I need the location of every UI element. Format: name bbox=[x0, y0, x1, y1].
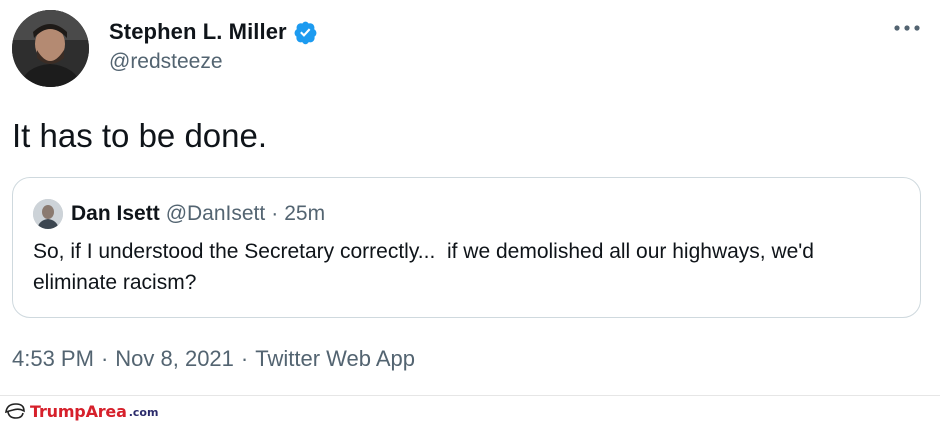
quoted-tweet-header: Dan Isett @DanIsett · 25m bbox=[33, 196, 325, 232]
tweet-source[interactable]: Twitter Web App bbox=[255, 346, 415, 372]
watermark-bar: TrumpArea .com bbox=[0, 395, 940, 424]
author-avatar-image bbox=[12, 10, 89, 87]
meta-separator-2: · bbox=[240, 346, 249, 371]
quoted-author-name: Dan Isett bbox=[71, 202, 160, 225]
hair-logo-icon bbox=[5, 403, 25, 419]
tweet-card: Stephen L. Miller @redsteeze It has to b… bbox=[0, 0, 940, 395]
watermark-tld: .com bbox=[128, 406, 159, 419]
watermark-logo: TrumpArea .com bbox=[4, 400, 158, 422]
watermark-brand: TrumpArea bbox=[30, 401, 127, 421]
tweet-time[interactable]: 4:53 PM bbox=[12, 346, 94, 372]
tweet-date[interactable]: Nov 8, 2021 bbox=[115, 346, 234, 372]
quoted-author-avatar-image bbox=[33, 199, 63, 229]
author-avatar[interactable] bbox=[12, 10, 89, 87]
quoted-author-avatar bbox=[33, 199, 63, 229]
tweet-metadata: 4:53 PM · Nov 8, 2021 · Twitter Web App bbox=[12, 346, 415, 372]
more-options-button[interactable] bbox=[892, 16, 922, 40]
quoted-tweet[interactable]: Dan Isett @DanIsett · 25m So, if I under… bbox=[12, 177, 921, 318]
quoted-author-handle: @DanIsett bbox=[165, 202, 266, 225]
author-name-row: Stephen L. Miller bbox=[109, 16, 318, 48]
verified-badge-icon bbox=[294, 21, 317, 44]
quoted-separator: · bbox=[271, 202, 279, 225]
quoted-time-ago: 25m bbox=[284, 202, 326, 225]
meta-separator-1: · bbox=[100, 346, 109, 371]
author-display-name[interactable]: Stephen L. Miller bbox=[109, 19, 287, 45]
tweet-text: It has to be done. bbox=[12, 117, 268, 154]
author-handle[interactable]: @redsteeze bbox=[109, 50, 223, 74]
more-options-icon bbox=[894, 25, 920, 31]
quoted-tweet-text: So, if I understood the Secretary correc… bbox=[33, 240, 820, 294]
